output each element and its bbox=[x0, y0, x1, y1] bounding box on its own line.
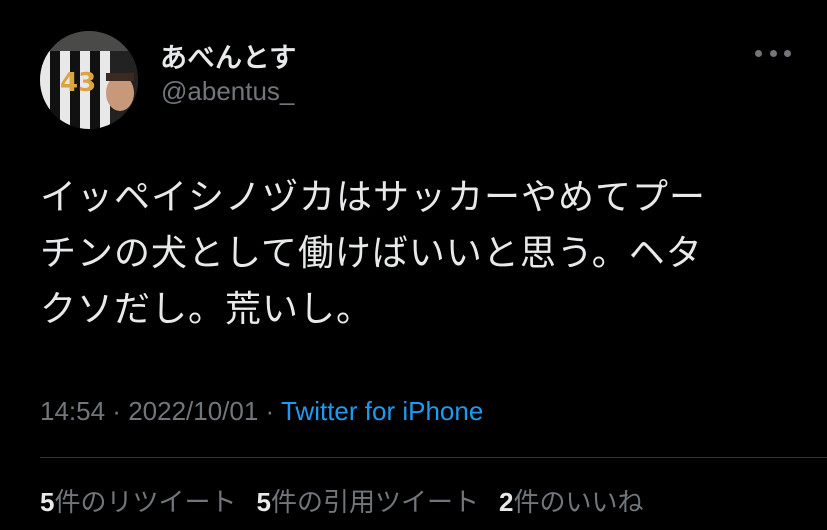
meta-separator: · bbox=[258, 396, 281, 426]
quote-tweets-stat[interactable]: 5件の引用ツイート bbox=[256, 482, 478, 519]
meta-separator: · bbox=[105, 396, 129, 426]
more-options-icon[interactable] bbox=[755, 46, 791, 60]
tweet-meta: 14:54 · 2022/10/01 · Twitter for iPhone bbox=[40, 396, 483, 427]
tweet-source-link[interactable]: Twitter for iPhone bbox=[281, 396, 483, 426]
svg-text:43: 43 bbox=[60, 68, 96, 98]
display-name[interactable]: あべんとす bbox=[160, 36, 297, 75]
user-handle[interactable]: @abentus_ bbox=[161, 76, 294, 107]
tweet-date[interactable]: 2022/10/01 bbox=[128, 396, 258, 426]
likes-stat[interactable]: 2件のいいね bbox=[499, 482, 643, 519]
retweets-count: 5 bbox=[40, 487, 55, 517]
user-avatar[interactable]: 43 bbox=[40, 31, 138, 129]
retweets-stat[interactable]: 5件のリツイート bbox=[40, 482, 236, 519]
more-dot bbox=[755, 49, 762, 57]
likes-label: 件のいいね bbox=[513, 488, 644, 518]
more-dot bbox=[769, 49, 777, 57]
tweet-text: イッペイシノヅカはサッカーやめてプー チンの犬として働けばいいと思う。ヘタ クソ… bbox=[40, 177, 707, 330]
tweet-stats: 5件のリツイート 5件の引用ツイート 2件のいいね bbox=[40, 482, 643, 519]
quotes-count: 5 bbox=[256, 487, 271, 517]
quotes-label: 件の引用ツイート bbox=[270, 488, 479, 518]
tweet-time[interactable]: 14:54 bbox=[40, 396, 105, 426]
more-dot bbox=[784, 49, 791, 57]
divider bbox=[40, 457, 827, 458]
avatar-image: 43 bbox=[40, 31, 138, 129]
likes-count: 2 bbox=[498, 487, 514, 517]
retweets-label: 件のリツイート bbox=[54, 488, 237, 518]
tweet-detail: 43 あべんとす @abentus_ イッペイシノヅカはサッカーやめてプー チン… bbox=[0, 0, 827, 530]
